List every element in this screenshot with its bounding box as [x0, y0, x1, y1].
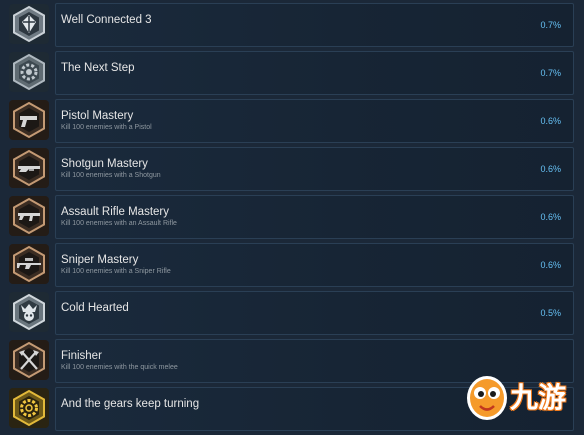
achievement-panel: Shotgun Mastery Kill 100 enemies with a … [55, 147, 574, 191]
achievement-panel: Assault Rifle Mastery Kill 100 enemies w… [55, 195, 574, 239]
achievement-title: Sniper Mastery [61, 254, 139, 266]
achievement-percent: 0.6% [540, 212, 561, 222]
achievement-row[interactable]: Well Connected 3 0.7% [0, 0, 584, 48]
achievement-description: Kill 100 enemies with a Pistol [61, 124, 152, 131]
achievement-row[interactable]: Cold Hearted 0.5% [0, 288, 584, 336]
achievement-description: Kill 100 enemies with an Assault Rifle [61, 220, 177, 227]
achievement-row[interactable]: The Next Step 0.7% [0, 48, 584, 96]
achievement-title: The Next Step [61, 62, 135, 74]
mascot-logo-icon [467, 376, 507, 420]
achievement-panel: Well Connected 3 0.7% [55, 3, 574, 47]
achievement-title: Pistol Mastery [61, 110, 134, 122]
pistol-icon [9, 100, 49, 140]
achievement-title: Cold Hearted [61, 302, 129, 314]
achievement-panel: Cold Hearted 0.5% [55, 291, 574, 335]
achievement-description: Kill 100 enemies with the quick melee [61, 364, 178, 371]
achievement-description: Kill 100 enemies with a Shotgun [61, 172, 161, 179]
achievement-percent: 0.6% [540, 116, 561, 126]
achievement-title: Well Connected 3 [61, 14, 152, 26]
achievement-row[interactable]: Pistol Mastery Kill 100 enemies with a P… [0, 96, 584, 144]
achievement-row[interactable]: Assault Rifle Mastery Kill 100 enemies w… [0, 192, 584, 240]
achievement-title: And the gears keep turning [61, 398, 200, 410]
shotgun-icon [9, 148, 49, 188]
achievement-row[interactable]: Shotgun Mastery Kill 100 enemies with a … [0, 144, 584, 192]
achievement-percent: 0.6% [540, 164, 561, 174]
golden-gear-icon [9, 388, 49, 428]
achievement-panel: Pistol Mastery Kill 100 enemies with a P… [55, 99, 574, 143]
achievement-title: Shotgun Mastery [61, 158, 148, 170]
watermark-text: 九游 [510, 381, 567, 414]
achievement-description: Kill 100 enemies with a Sniper Rifle [61, 268, 171, 275]
assault-rifle-icon [9, 196, 49, 236]
achievement-title: Finisher [61, 350, 102, 362]
cross-shield-icon [9, 4, 49, 44]
crossed-axes-icon [9, 340, 49, 380]
achievement-row[interactable]: Sniper Mastery Kill 100 enemies with a S… [0, 240, 584, 288]
achievement-percent: 0.5% [540, 308, 561, 318]
achievement-percent: 0.7% [540, 20, 561, 30]
sniper-rifle-icon [9, 244, 49, 284]
skull-emblem-icon [9, 292, 49, 332]
achievement-panel: The Next Step 0.7% [55, 51, 574, 95]
watermark-logo: 九游 [460, 362, 584, 435]
achievement-percent: 0.6% [540, 260, 561, 270]
gear-emblem-icon [9, 52, 49, 92]
achievement-percent: 0.7% [540, 68, 561, 78]
achievement-title: Assault Rifle Mastery [61, 206, 170, 218]
achievement-panel: Sniper Mastery Kill 100 enemies with a S… [55, 243, 574, 287]
